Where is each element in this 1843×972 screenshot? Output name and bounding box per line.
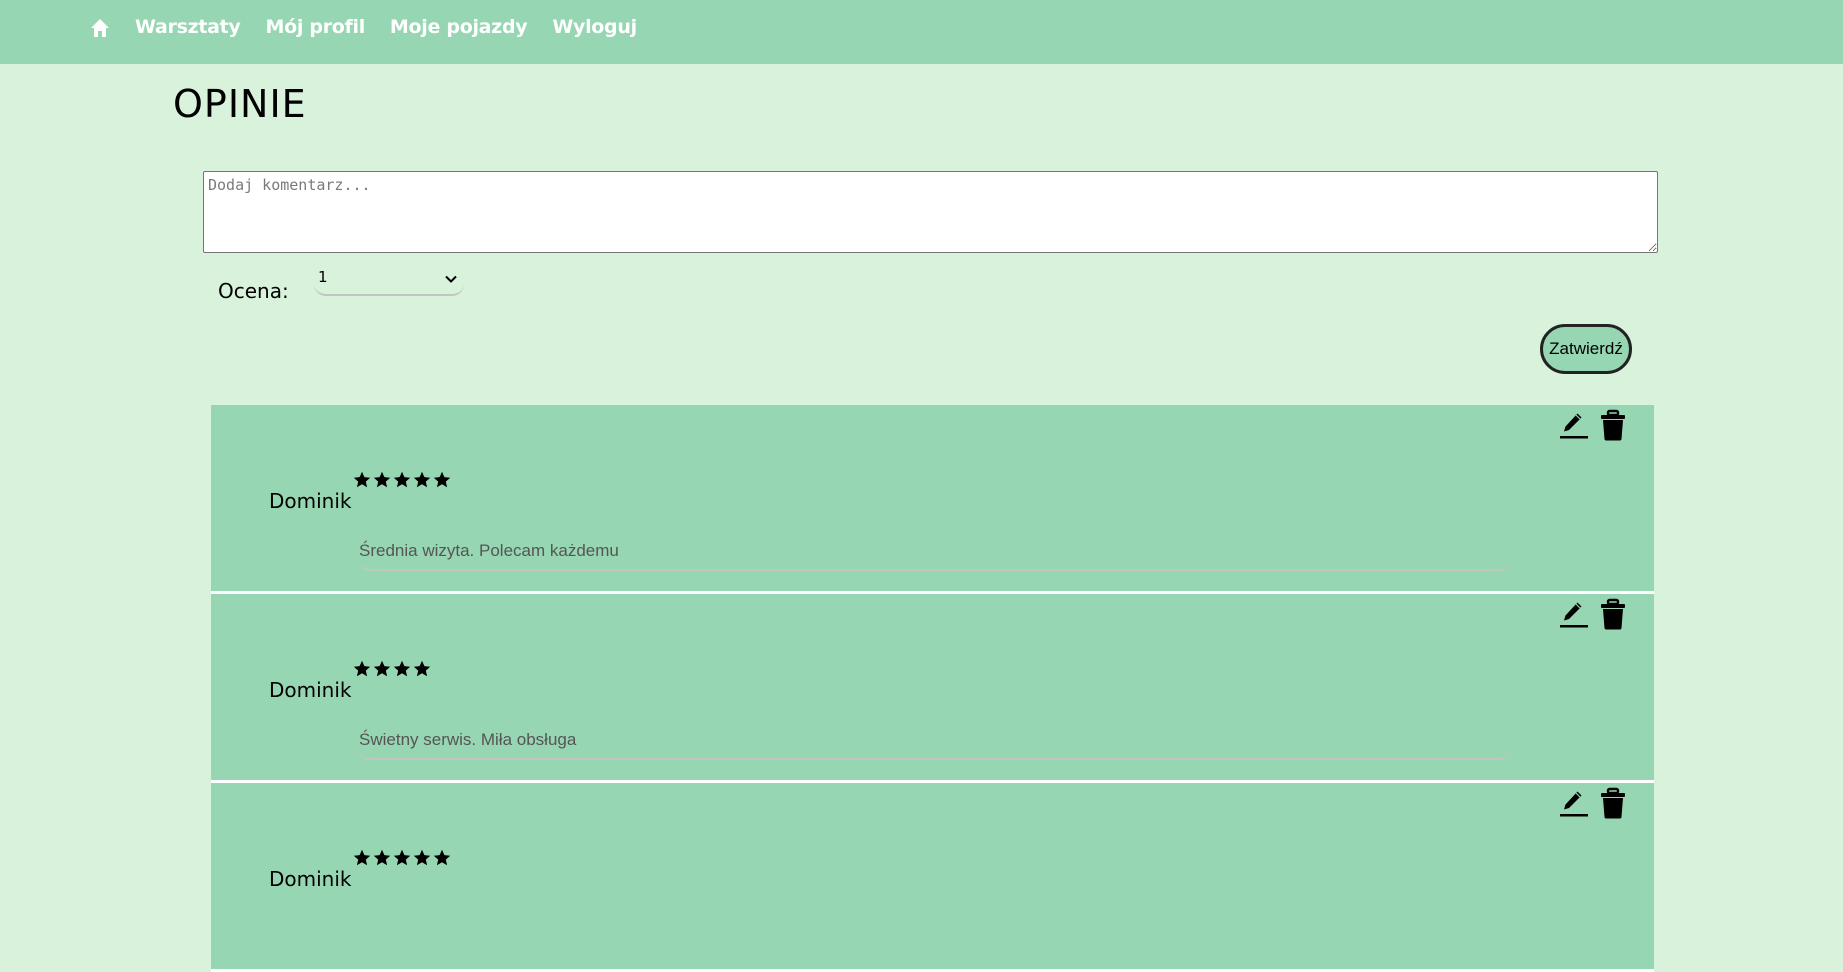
submit-button[interactable]: Zatwierdź [1540, 324, 1632, 374]
nav-link-moje-pojazdy[interactable]: Moje pojazdy [390, 16, 528, 38]
edit-pencil-icon[interactable] [1558, 787, 1590, 819]
star-icon [433, 849, 451, 866]
review-author: Dominik [269, 489, 352, 513]
edit-pencil-icon[interactable] [1558, 409, 1590, 441]
rating-label: Ocena: [218, 279, 289, 303]
reviews-list: Dominik Średnia wizyta. Polecam każdemu Do… [211, 405, 1654, 972]
star-icon [413, 471, 431, 488]
review-text: Średnia wizyta. Polecam każdemu [357, 541, 1512, 571]
rating-select-value: 1 [318, 268, 328, 286]
review-actions [1558, 409, 1629, 441]
nav-links: Warsztaty Mój profil Moje pojazdy Wylogu… [135, 16, 637, 38]
nav-link-moj-profil[interactable]: Mój profil [266, 16, 366, 38]
nav-link-wyloguj[interactable]: Wyloguj [552, 16, 637, 38]
review-card: Dominik Świetny serwis. Miła obsługa [211, 594, 1654, 783]
page-title: OPINIE [173, 82, 307, 126]
home-icon[interactable] [90, 18, 110, 38]
star-icon [353, 660, 371, 677]
review-card: Dominik Średnia wizyta. Polecam każdemu [211, 405, 1654, 594]
star-icon [373, 660, 391, 677]
comment-input[interactable] [203, 171, 1658, 253]
review-rating-stars [353, 660, 431, 678]
nav-link-warsztaty[interactable]: Warsztaty [135, 16, 241, 38]
star-icon [393, 660, 411, 677]
delete-trash-icon[interactable] [1597, 409, 1629, 441]
review-rating-stars [353, 849, 451, 867]
delete-trash-icon[interactable] [1597, 787, 1629, 819]
top-navbar: Warsztaty Mój profil Moje pojazdy Wylogu… [0, 0, 1843, 64]
review-card: Dominik [211, 783, 1654, 972]
star-icon [373, 849, 391, 866]
review-text: Świetny serwis. Miła obsługa [357, 730, 1512, 760]
star-icon [353, 849, 371, 866]
star-icon [393, 471, 411, 488]
review-author: Dominik [269, 678, 352, 702]
review-actions [1558, 787, 1629, 819]
star-icon [413, 660, 431, 677]
edit-pencil-icon[interactable] [1558, 598, 1590, 630]
rating-select[interactable]: 1 [314, 266, 464, 296]
star-icon [413, 849, 431, 866]
delete-trash-icon[interactable] [1597, 598, 1629, 630]
star-icon [353, 471, 371, 488]
star-icon [433, 471, 451, 488]
review-rating-stars [353, 471, 451, 489]
star-icon [393, 849, 411, 866]
review-actions [1558, 598, 1629, 630]
chevron-down-icon [445, 275, 457, 283]
star-icon [373, 471, 391, 488]
review-author: Dominik [269, 867, 352, 891]
